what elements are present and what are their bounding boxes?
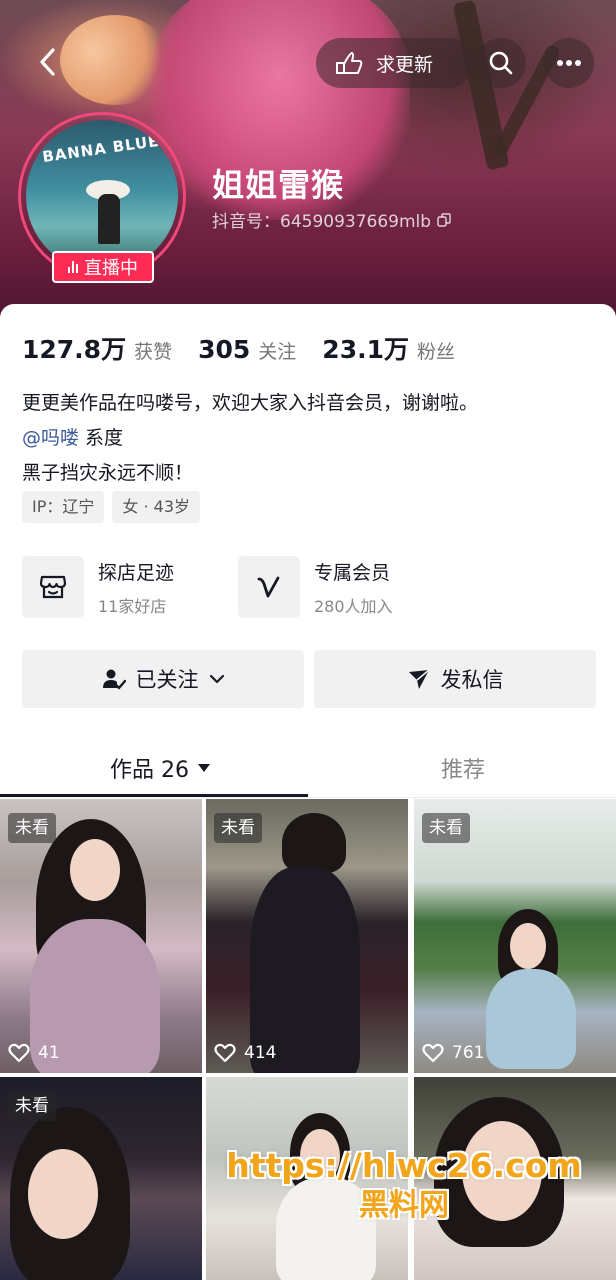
- chevron-down-icon: [209, 674, 224, 684]
- top-bar: 求更新: [0, 38, 616, 88]
- stat-followers-number: 23.1万: [322, 335, 409, 364]
- bio-line-1: 更更美作品在吗喽号，欢迎大家入抖音会员，谢谢啦。: [22, 392, 479, 414]
- v-icon: [257, 576, 280, 598]
- chevron-left-icon: [40, 48, 55, 76]
- mention-link[interactable]: @吗喽: [22, 427, 79, 449]
- unseen-badge: 未看: [8, 1091, 56, 1121]
- gender-age-tag: 女 · 43岁: [112, 491, 200, 523]
- video-likes-count: 414: [244, 1043, 277, 1063]
- unseen-badge: 未看: [422, 813, 470, 843]
- video-likes-count: 761: [452, 1043, 485, 1063]
- bio-line-2: @吗喽 系度: [22, 421, 478, 456]
- stat-followers[interactable]: 23.1万 粉丝: [322, 330, 455, 366]
- shop-icon: [39, 575, 67, 599]
- live-badge[interactable]: 直播中: [52, 251, 154, 283]
- content-tabs: 作品 26 推荐: [0, 742, 616, 798]
- stat-following-label: 关注: [258, 341, 297, 363]
- unseen-badge: 未看: [8, 813, 56, 843]
- heart-icon: [8, 1043, 30, 1063]
- mention-suffix: 系度: [79, 427, 124, 449]
- stat-likes-number: 127.8万: [22, 335, 127, 364]
- hand-point-icon: [336, 52, 363, 74]
- action-buttons: 已关注 发私信: [22, 650, 596, 708]
- video-thumbnail-1[interactable]: 未看 41: [0, 799, 202, 1073]
- ip-tag: IP：辽宁: [22, 491, 105, 523]
- more-button[interactable]: [544, 38, 594, 88]
- entry-shop-visits[interactable]: 探店足迹 11家好店: [22, 556, 238, 618]
- heart-icon: [422, 1043, 444, 1063]
- tabs-divider: [0, 797, 616, 798]
- video-likes: 41: [8, 1043, 60, 1063]
- video-thumbnail-2[interactable]: 未看 414: [206, 799, 408, 1073]
- bio: 更更美作品在吗喽号，欢迎大家入抖音会员，谢谢啦。 @吗喽 系度 黑子挡灾永远不顺…: [22, 386, 478, 491]
- send-icon: [408, 669, 430, 689]
- entry-membership-sub: 280人加入: [314, 596, 393, 616]
- entry-shop-title: 探店足迹: [98, 561, 175, 584]
- request-update-label: 求更新: [376, 53, 434, 76]
- video-thumbnail-4[interactable]: 未看: [0, 1077, 202, 1280]
- video-thumbnail-3[interactable]: 未看 761: [414, 799, 616, 1073]
- stat-following[interactable]: 305 关注: [198, 335, 296, 364]
- stat-following-number: 305: [198, 335, 251, 364]
- unseen-badge: 未看: [214, 813, 262, 843]
- bio-line-3: 黑子挡灾永远不顺！: [22, 462, 194, 484]
- watermark-url: https://hlwc26.com: [226, 1146, 582, 1185]
- back-button[interactable]: [30, 42, 66, 86]
- nickname: 姐姐雷猴: [212, 166, 345, 204]
- live-label: 直播中: [84, 258, 138, 279]
- search-icon: [489, 51, 513, 75]
- tab-works[interactable]: 作品 26: [110, 752, 211, 784]
- entry-membership[interactable]: 专属会员 280人加入: [238, 556, 454, 618]
- entry-shop-sub: 11家好店: [98, 596, 167, 616]
- search-button[interactable]: [476, 38, 526, 88]
- user-check-icon: [102, 669, 126, 690]
- douyin-id-text: 抖音号：64590937669mlb: [212, 212, 432, 232]
- message-label: 发私信: [440, 668, 504, 692]
- stat-followers-label: 粉丝: [416, 341, 455, 363]
- request-update-button[interactable]: 求更新: [316, 38, 474, 88]
- profile-tags: IP：辽宁 女 · 43岁: [22, 491, 200, 523]
- message-button[interactable]: 发私信: [314, 650, 596, 708]
- tab-recommend[interactable]: 推荐: [441, 752, 485, 784]
- stats-row: 127.8万 获赞 305 关注 23.1万 粉丝: [22, 330, 481, 366]
- caret-down-icon: [198, 764, 210, 772]
- tab-works-label: 作品 26: [110, 758, 189, 783]
- followed-button[interactable]: 已关注: [22, 650, 304, 708]
- live-bars-icon: [68, 261, 78, 273]
- avatar-sign-text: BANNA BLUE: [41, 131, 161, 167]
- stat-likes-label: 获赞: [134, 341, 173, 363]
- feature-entries: 探店足迹 11家好店 专属会员 280人加入: [22, 556, 454, 618]
- stat-likes[interactable]: 127.8万 获赞: [22, 330, 172, 366]
- avatar-image: BANNA BLUE: [26, 120, 178, 272]
- entry-membership-title: 专属会员: [314, 561, 391, 584]
- profile-page: 求更新 BANNA BLUE 直播中 姐姐雷猴 抖音号：64590937669m…: [0, 0, 616, 1280]
- more-dots-icon: [557, 60, 581, 66]
- watermark: https://hlwc26.com 黑料网: [214, 1146, 594, 1226]
- heart-icon: [214, 1043, 236, 1063]
- watermark-site-name: 黑料网: [359, 1188, 449, 1223]
- video-likes: 761: [422, 1043, 484, 1063]
- video-likes: 414: [214, 1043, 276, 1063]
- followed-label: 已关注: [135, 668, 199, 692]
- copy-icon[interactable]: [437, 212, 451, 227]
- douyin-id[interactable]: 抖音号：64590937669mlb: [212, 207, 451, 232]
- video-likes-count: 41: [38, 1043, 60, 1063]
